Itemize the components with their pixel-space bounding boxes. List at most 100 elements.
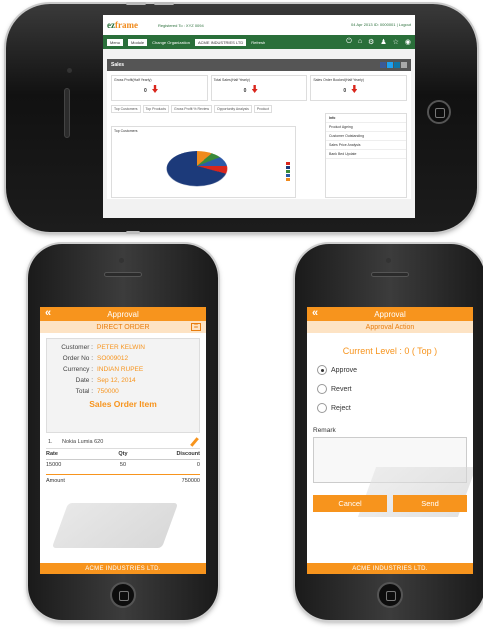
tab-top-products[interactable]: Top Products	[142, 105, 169, 113]
facebook-icon[interactable]	[380, 62, 386, 68]
option-reject[interactable]: Reject	[317, 403, 473, 413]
amount-label: Amount	[46, 478, 65, 484]
settings-icon[interactable]	[401, 62, 407, 68]
back-chevron-icon[interactable]: «	[312, 307, 318, 320]
back-chevron-icon[interactable]: «	[45, 307, 51, 320]
earpiece-speaker	[104, 272, 142, 277]
registered-to-text: Registered To : XYZ 0094	[157, 22, 204, 28]
power-icon[interactable]: ⏻	[346, 38, 352, 46]
option-label: Reject	[331, 404, 351, 412]
earpiece-speaker	[64, 88, 70, 138]
link-sales-price-analysis[interactable]: Sales Price Analysis	[326, 141, 406, 150]
field-label: Date :	[75, 377, 93, 384]
screen-title: Approval	[107, 309, 139, 319]
dashboard-body: Sales Gross Profit(Half Yearly) 0 Total …	[107, 59, 411, 199]
screen-title: Approval	[374, 309, 406, 319]
volume-button	[154, 2, 174, 5]
link-customer-outstanding[interactable]: Customer Outstanding	[326, 132, 406, 141]
field-value: 750000	[97, 388, 119, 395]
dashboard-header: ezframe Registered To : XYZ 0094 04 Apr …	[103, 15, 415, 35]
field-value: PETER KELWIN	[97, 344, 145, 351]
module-dropdown[interactable]: Module	[128, 38, 148, 46]
settings-icon[interactable]: ⚙	[368, 38, 374, 46]
info-panel: Info Product Ageing Customer Outstanding…	[325, 113, 407, 198]
send-button[interactable]: Send	[393, 495, 467, 512]
volume-button	[126, 2, 146, 5]
chart-title: Top Customers	[114, 129, 138, 133]
mute-switch	[126, 231, 140, 234]
action-subtitle-bar: Approval Action	[307, 321, 473, 333]
home-icon[interactable]: ⌂	[358, 38, 362, 46]
earpiece-speaker	[371, 272, 409, 277]
linkedin-icon[interactable]	[394, 62, 400, 68]
radio-approve[interactable]	[317, 365, 327, 375]
kpi-value: 0	[243, 88, 247, 94]
field-value: Sep 12, 2014	[97, 377, 136, 384]
order-field: Order No : SO009012	[51, 355, 195, 362]
front-camera	[67, 68, 72, 73]
field-label: Order No :	[62, 355, 93, 362]
kpi-label: Gross Profit(Half Yearly)	[114, 78, 152, 82]
kpi-label: Total Sales(Half Yearly)	[213, 78, 250, 82]
item-name: Nokia Lumia 620	[62, 438, 104, 445]
change-org-label: Change Organization	[152, 39, 190, 45]
edit-pencil-icon[interactable]	[190, 437, 199, 447]
user-icon[interactable]: ♟	[380, 38, 386, 46]
order-field: Date : Sep 12, 2014	[51, 377, 195, 384]
radio-reject[interactable]	[317, 403, 327, 413]
home-button[interactable]	[377, 582, 403, 608]
order-field: Customer : PETER KELWIN	[51, 344, 195, 351]
field-value: INDIAN RUPEE	[97, 366, 144, 373]
home-button[interactable]	[427, 100, 451, 124]
tab-top-customers[interactable]: Top Customers	[111, 105, 141, 113]
grid-row: 15000 50 0	[46, 460, 200, 470]
dashboard-screen: ezframe Registered To : XYZ 0094 04 Apr …	[103, 15, 415, 218]
field-value: SO009012	[97, 355, 129, 362]
order-field: Total : 750000	[51, 388, 195, 395]
cancel-button[interactable]: Cancel	[313, 495, 387, 512]
help-icon[interactable]: ◉	[405, 38, 411, 46]
order-item-row[interactable]: 1. Nokia Lumia 620	[46, 435, 200, 449]
session-info[interactable]: 04 Apr 2013 ID: 0000001 | Logout	[351, 22, 411, 27]
item-index: 1.	[48, 438, 53, 445]
order-field: Currency : INDIAN RUPEE	[51, 366, 195, 373]
radio-revert[interactable]	[317, 384, 327, 394]
twitter-icon[interactable]	[387, 62, 393, 68]
kpi-card: Sales Order Booked(Half Yearly) 0	[310, 75, 408, 101]
tab-product[interactable]: Product	[253, 105, 272, 113]
brand-logo[interactable]: ezframe	[107, 20, 138, 30]
menu-icon[interactable]: ☰	[191, 323, 201, 331]
link-product-ageing[interactable]: Product Ageing	[326, 123, 406, 132]
option-revert[interactable]: Revert	[317, 384, 473, 394]
app-bar: « Approval	[40, 307, 206, 321]
dashboard-nav: Menu Module Change Organization ACME IND…	[103, 35, 415, 49]
kpi-label: Sales Order Booked(Half Yearly)	[313, 78, 364, 82]
front-camera	[386, 258, 391, 263]
option-approve[interactable]: Approve	[317, 365, 473, 375]
org-select[interactable]: ACME INDUSTRIES LTD	[194, 38, 247, 46]
menu-dropdown[interactable]: Menu	[107, 38, 124, 46]
link-bank-bed-update[interactable]: Bank Bed Update	[326, 150, 406, 159]
sales-section-header: Sales	[107, 59, 411, 71]
order-summary: Customer : PETER KELWIN Order No : SO00901…	[46, 338, 200, 433]
stage: ezframe Registered To : XYZ 0094 04 Apr …	[0, 0, 483, 629]
rate-value: 15000	[46, 462, 62, 468]
chart-tabs: Top Customers Top Products Gross Profit …	[107, 105, 411, 113]
kpi-card: Total Sales(Half Yearly) 0	[210, 75, 308, 101]
action-buttons: Cancel Send	[313, 495, 467, 512]
refresh-link[interactable]: Refresh	[251, 40, 265, 45]
share-icons	[380, 62, 407, 68]
tab-gross-profit[interactable]: Gross Profit % Review	[170, 105, 212, 113]
tab-opportunity[interactable]: Opportunity Analysis	[214, 105, 252, 113]
pie-chart[interactable]	[161, 151, 233, 187]
order-type-bar: DIRECT ORDER ☰	[40, 321, 206, 333]
qty-value: 50	[119, 462, 127, 468]
star-icon[interactable]: ☆	[393, 38, 399, 46]
field-label: Customer :	[61, 344, 93, 351]
amount-row: Amount 750000	[46, 474, 200, 484]
down-arrow-icon	[152, 85, 158, 93]
discount-header: Discount	[176, 451, 200, 457]
home-button[interactable]	[110, 582, 136, 608]
down-arrow-icon	[351, 85, 358, 93]
current-level: Current Level : 0 ( Top )	[342, 346, 438, 356]
